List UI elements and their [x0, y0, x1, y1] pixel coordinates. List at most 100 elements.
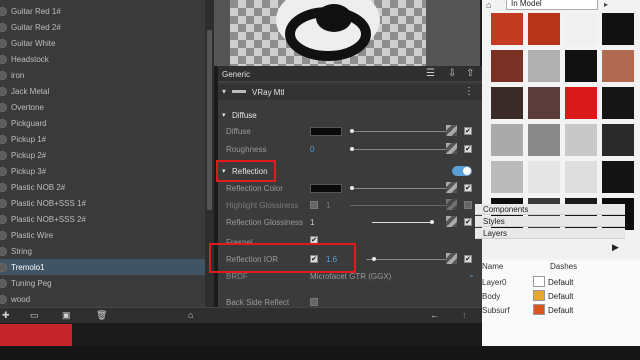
save-material-icon[interactable]: ⇧ — [466, 68, 474, 79]
material-thumbnail[interactable] — [602, 13, 634, 45]
back-side-reflect-checkbox[interactable] — [310, 298, 318, 306]
layer-color-swatch[interactable] — [533, 304, 545, 315]
material-type-row[interactable]: ▾ VRay Mtl ⋮ — [218, 84, 482, 100]
slider-knob[interactable] — [372, 257, 376, 261]
material-list-item[interactable]: String — [0, 243, 205, 259]
home-icon[interactable]: ⌂ — [486, 0, 491, 10]
brdf-dropdown[interactable]: Microfacet GTR (GGX) — [310, 272, 391, 281]
material-thumbnail[interactable] — [565, 13, 597, 45]
scrollbar-thumb[interactable] — [207, 30, 212, 210]
material-thumbnail[interactable] — [565, 161, 597, 193]
layer-color-swatch[interactable] — [533, 276, 545, 287]
layer-dashes[interactable]: Default — [548, 278, 573, 287]
texture-map-icon[interactable] — [446, 253, 457, 264]
diffuse-section-header[interactable]: ▾ Diffuse — [218, 107, 482, 123]
layers-col-dashes[interactable]: Dashes — [550, 262, 577, 271]
texture-map-icon[interactable] — [446, 182, 457, 193]
material-thumbnail[interactable] — [528, 87, 560, 119]
material-list-item[interactable]: Pickup 1# — [0, 131, 205, 147]
material-list-item[interactable]: Pickup 3# — [0, 163, 205, 179]
material-list-item[interactable]: Guitar Red 1# — [0, 3, 205, 19]
material-thumbnail[interactable] — [491, 50, 523, 82]
material-thumbnail[interactable] — [528, 124, 560, 156]
layer-dashes[interactable]: Default — [548, 292, 573, 301]
reflection-glossiness-slider[interactable] — [372, 220, 434, 224]
highlight-slider[interactable] — [350, 205, 448, 206]
texture-map-icon[interactable] — [446, 216, 457, 227]
material-thumbnail[interactable] — [528, 50, 560, 82]
reflection-ior-checkbox[interactable]: ✔ — [464, 255, 472, 263]
more-options-icon[interactable]: ⋮ — [464, 86, 474, 97]
chevron-down-icon[interactable]: ⌄ — [468, 270, 475, 279]
material-list-item[interactable]: Overtone — [0, 99, 205, 115]
layer-dashes[interactable]: Default — [548, 306, 573, 315]
material-list-item[interactable]: Pickguard — [0, 115, 205, 131]
material-list-item[interactable]: iron — [0, 67, 205, 83]
texture-map-icon[interactable] — [446, 125, 457, 136]
slider-knob[interactable] — [350, 129, 354, 133]
model-dropdown[interactable]: In Model — [506, 0, 598, 10]
material-list-item[interactable]: Jack Metal — [0, 83, 205, 99]
slider-knob[interactable] — [350, 147, 354, 151]
reflection-glossiness-checkbox[interactable]: ✔ — [464, 218, 472, 226]
material-thumbnail[interactable] — [491, 13, 523, 45]
reflection-color-checkbox[interactable]: ✔ — [464, 184, 472, 192]
layer-name[interactable]: Body — [482, 292, 500, 301]
material-thumbnail[interactable] — [602, 50, 634, 82]
reflection-toggle[interactable] — [452, 166, 472, 176]
diffuse-checkbox[interactable]: ✔ — [464, 127, 472, 135]
open-folder-icon[interactable]: ▭ — [30, 310, 39, 321]
texture-map-icon[interactable] — [446, 199, 457, 210]
layers-col-name[interactable]: Name — [482, 262, 503, 271]
up-arrow-icon[interactable]: ↑ — [462, 310, 467, 320]
material-list-item[interactable]: Tuning Peg — [0, 275, 205, 291]
reflection-glossiness-value[interactable]: 1 — [310, 218, 314, 227]
material-list-item[interactable]: Plastic NOB 2# — [0, 179, 205, 195]
highlight-glossiness-value[interactable]: 1 — [326, 201, 330, 210]
layer-color-swatch[interactable] — [533, 290, 545, 301]
sliders-icon[interactable]: ☰ — [426, 68, 435, 79]
material-thumbnail[interactable] — [491, 87, 523, 119]
material-list-item[interactable]: Plastic NOB+SSS 1# — [0, 195, 205, 211]
material-thumbnail[interactable] — [528, 13, 560, 45]
material-list-item[interactable]: Tremolo1 — [0, 259, 205, 275]
slider-knob[interactable] — [430, 220, 434, 224]
material-list-item[interactable]: Guitar Red 2# — [0, 19, 205, 35]
layers-dock[interactable]: Layers — [475, 228, 625, 239]
layer-name[interactable]: Subsurf — [482, 306, 510, 315]
material-thumbnail[interactable] — [602, 87, 634, 119]
texture-map-icon[interactable] — [446, 143, 457, 154]
ior-slider[interactable] — [366, 257, 448, 261]
material-thumbnail[interactable] — [565, 124, 597, 156]
details-icon[interactable]: ▸ — [604, 0, 608, 9]
material-thumbnail[interactable] — [602, 161, 634, 193]
paint-bucket-icon[interactable]: ⌂ — [188, 310, 193, 320]
material-thumbnail[interactable] — [491, 161, 523, 193]
layer-details-icon[interactable]: ▶ — [612, 242, 619, 253]
highlight-checkbox[interactable] — [464, 201, 472, 209]
roughness-slider[interactable] — [350, 147, 448, 151]
roughness-value[interactable]: 0 — [310, 145, 314, 154]
material-list-item[interactable]: wood — [0, 291, 205, 307]
material-thumbnail[interactable] — [528, 161, 560, 193]
material-list-item[interactable]: Plastic NOB+SSS 2# — [0, 211, 205, 227]
roughness-checkbox[interactable]: ✔ — [464, 145, 472, 153]
slider-knob[interactable] — [350, 186, 354, 190]
layer-name[interactable]: Layer0 — [482, 278, 506, 287]
material-list-item[interactable]: Pickup 2# — [0, 147, 205, 163]
delete-icon[interactable]: 🗑 — [96, 310, 107, 321]
material-thumbnail[interactable] — [491, 124, 523, 156]
add-material-icon[interactable]: ✚ — [2, 310, 10, 321]
material-list-item[interactable]: Guitar White — [0, 35, 205, 51]
material-thumbnail[interactable] — [602, 124, 634, 156]
material-thumbnail[interactable] — [565, 50, 597, 82]
import-icon[interactable]: ⇩ — [448, 68, 456, 79]
material-thumbnail[interactable] — [565, 87, 597, 119]
reflection-color-swatch[interactable] — [310, 184, 342, 193]
back-arrow-icon[interactable]: ← — [430, 310, 439, 320]
save-icon[interactable]: ▣ — [62, 310, 71, 321]
material-list-item[interactable]: Headstock — [0, 51, 205, 67]
material-list-item[interactable]: Plastic Wire — [0, 227, 205, 243]
expand-arrow-icon[interactable]: ▾ — [222, 111, 226, 119]
diffuse-slider[interactable] — [350, 129, 448, 133]
